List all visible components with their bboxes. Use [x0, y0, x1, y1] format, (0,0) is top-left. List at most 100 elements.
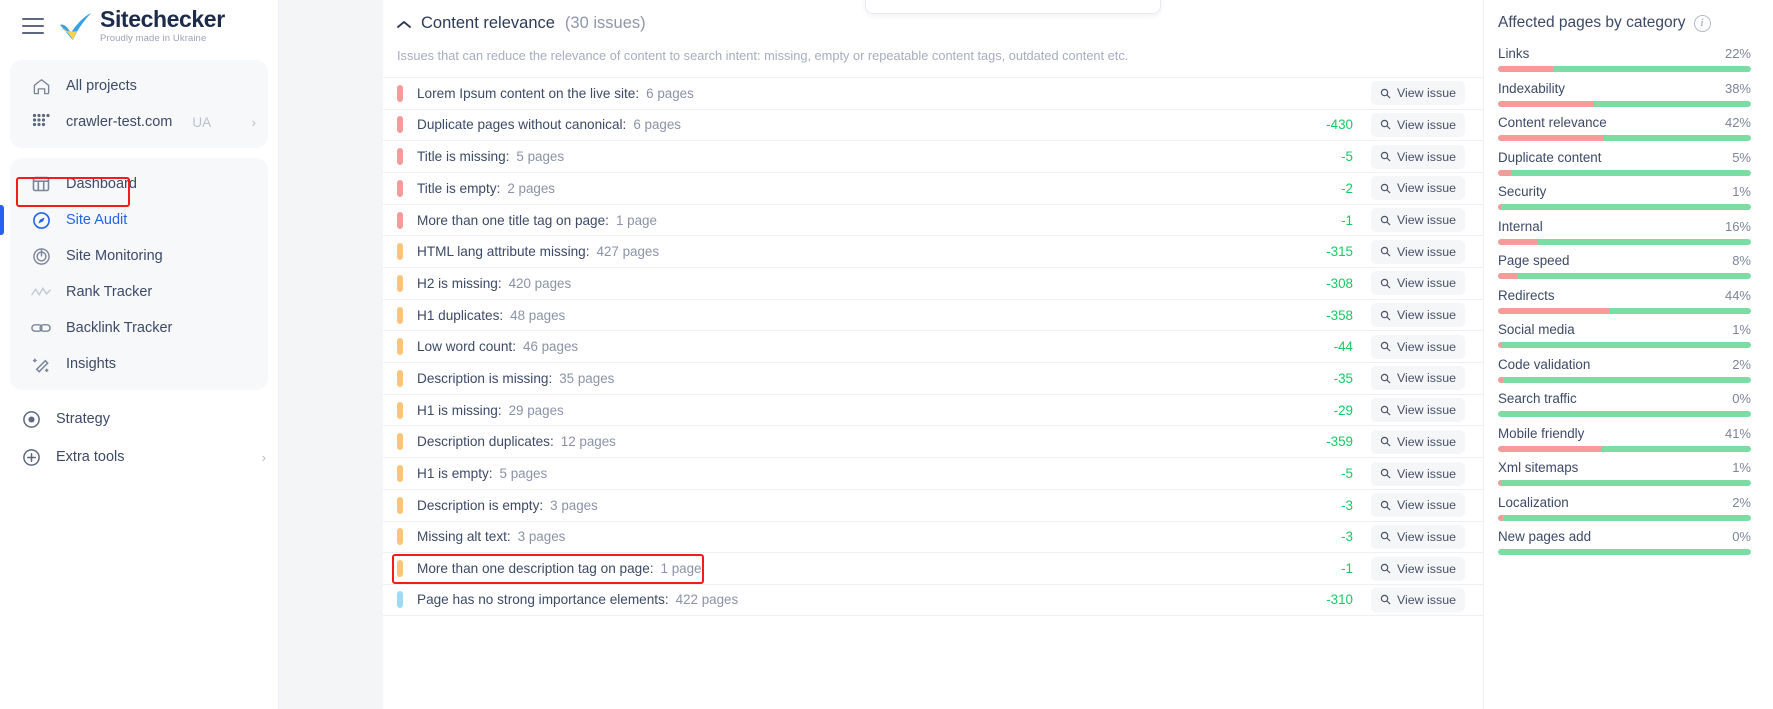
category-name: Mobile friendly	[1498, 425, 1585, 441]
hamburger-icon[interactable]	[22, 18, 44, 34]
category-percent: 0%	[1732, 529, 1751, 544]
sidebar-item-insights[interactable]: Insights	[10, 346, 268, 382]
sidebar-item-extra-tools[interactable]: Extra tools ›	[0, 438, 278, 476]
search-icon	[1380, 500, 1391, 511]
category-progress-bar	[1498, 549, 1751, 555]
project-locale-badge: UA	[192, 114, 212, 130]
issue-row[interactable]: Description is empty: 3 pages -3 View issue	[383, 488, 1483, 521]
sidebar-item-label: Site Monitoring	[66, 248, 163, 264]
section-title: Content relevance	[421, 14, 555, 32]
view-issue-button[interactable]: View issue	[1371, 366, 1465, 391]
issue-name: HTML lang attribute missing:	[417, 244, 590, 260]
category-item: Indexability 38%	[1498, 81, 1751, 107]
sidebar-item-site-audit[interactable]: Site Audit	[0, 202, 268, 238]
issue-row[interactable]: H1 is empty: 5 pages -5 View issue	[383, 457, 1483, 489]
view-issue-label: View issue	[1396, 466, 1456, 481]
chevron-up-icon[interactable]	[397, 17, 411, 31]
view-issue-button[interactable]: View issue	[1371, 239, 1465, 264]
view-issue-label: View issue	[1396, 561, 1456, 576]
issue-row[interactable]: Title is missing: 5 pages -5 View issue	[383, 140, 1483, 172]
category-name: Page speed	[1498, 253, 1570, 268]
sidebar-item-label: Backlink Tracker	[66, 320, 173, 336]
issue-row[interactable]: Lorem Ipsum content on the live site: 6 p…	[383, 76, 1483, 109]
category-name: Code validation	[1498, 356, 1591, 372]
brand-tagline: Proudly made in Ukraine	[100, 33, 207, 45]
sidebar-item-strategy[interactable]: Strategy	[0, 400, 278, 438]
site-audit-icon	[30, 209, 52, 231]
category-progress-bar	[1498, 100, 1751, 107]
view-issue-button[interactable]: View issue	[1371, 271, 1465, 296]
category-row: Indexability 38%	[1498, 81, 1751, 96]
issue-row[interactable]: Missing alt text: 3 pages -3 View issue	[383, 520, 1483, 553]
view-issue-button[interactable]: View issue	[1371, 524, 1465, 549]
chevron-right-icon[interactable]: ›	[252, 115, 256, 130]
issue-page-count: 422 pages	[675, 592, 739, 608]
severity-indicator-info	[397, 591, 403, 609]
site-monitoring-icon	[30, 245, 52, 267]
category-item: Links 22%	[1498, 46, 1751, 72]
view-issue-label: View issue	[1396, 529, 1456, 544]
view-issue-button[interactable]: View issue	[1371, 81, 1465, 106]
view-issue-button[interactable]: View issue	[1371, 556, 1465, 581]
issue-delta: -3	[1341, 529, 1353, 545]
issue-name: H2 is missing:	[417, 275, 502, 291]
issue-row[interactable]: More than one title tag on page: 1 page -1…	[383, 203, 1483, 236]
chevron-right-icon[interactable]: ›	[262, 450, 266, 465]
sidebar-item-backlink-tracker[interactable]: Backlink Tracker	[10, 310, 268, 346]
sidebar-group-projects: All projects crawler-test.com UA ›	[10, 60, 268, 148]
issue-row[interactable]: Description duplicates: 12 pages -359 View …	[383, 425, 1483, 457]
view-issue-button[interactable]: View issue	[1371, 303, 1465, 328]
info-icon[interactable]: i	[1693, 14, 1711, 32]
issue-row[interactable]: Low word count: 46 pages -44 View issue	[383, 330, 1483, 362]
view-issue-button[interactable]: View issue	[1371, 429, 1465, 454]
issue-name: Title is empty:	[417, 180, 501, 196]
sidebar-item-all-projects[interactable]: All projects	[10, 68, 268, 104]
view-issue-button[interactable]: View issue	[1371, 176, 1465, 201]
category-progress-fill	[1498, 480, 1501, 486]
category-progress-bar	[1498, 66, 1751, 72]
issue-delta: -310	[1326, 592, 1353, 608]
view-issue-button[interactable]: View issue	[1371, 493, 1465, 518]
view-issue-button[interactable]: View issue	[1371, 208, 1465, 232]
view-issue-button[interactable]: View issue	[1371, 144, 1465, 169]
issue-row[interactable]: More than one description tag on page: 1 …	[383, 552, 1483, 585]
view-issue-button[interactable]: View issue	[1371, 587, 1465, 612]
brand-name: Sitechecker	[100, 6, 225, 33]
issue-page-count: 1 page	[660, 561, 702, 577]
issue-row[interactable]: H1 duplicates: 48 pages -358 View issue	[383, 298, 1483, 331]
category-name: Internal	[1498, 218, 1543, 234]
search-icon	[1380, 405, 1391, 415]
category-percent: 41%	[1724, 425, 1751, 441]
issue-row[interactable]: H1 is missing: 29 pages -29 View issue	[383, 393, 1483, 426]
category-progress-bar	[1498, 204, 1751, 210]
category-item: Code validation 2%	[1498, 357, 1751, 383]
view-issue-label: View issue	[1396, 498, 1456, 513]
issue-row[interactable]: Duplicate pages without canonical: 6 page…	[383, 108, 1483, 141]
category-row: Social media 1%	[1498, 322, 1751, 337]
view-issue-button[interactable]: View issue	[1371, 334, 1465, 359]
issue-name: More than one description tag on page:	[417, 561, 654, 577]
category-progress-bar	[1498, 169, 1751, 176]
issue-name: H1 duplicates:	[417, 307, 504, 323]
view-issue-button[interactable]: View issue	[1371, 398, 1465, 423]
issue-row[interactable]: Title is empty: 2 pages -2 View issue	[383, 171, 1483, 204]
issue-page-count: 48 pages	[510, 307, 566, 323]
category-progress-fill	[1498, 135, 1605, 141]
issue-delta: -358	[1326, 307, 1353, 323]
brand-logo[interactable]: Sitechecker Proudly made in Ukraine	[58, 8, 225, 44]
issue-row[interactable]: HTML lang attribute missing: 427 pages -31…	[383, 235, 1483, 267]
sidebar-item-project[interactable]: crawler-test.com UA ›	[10, 104, 268, 140]
view-issue-label: View issue	[1396, 592, 1456, 607]
view-issue-button[interactable]: View issue	[1371, 112, 1465, 137]
category-row: Duplicate content 5%	[1498, 150, 1751, 165]
strategy-icon	[20, 408, 42, 430]
issue-row[interactable]: Description is missing: 35 pages -35 View i…	[383, 362, 1483, 394]
view-issue-button[interactable]: View issue	[1371, 461, 1465, 486]
section-header[interactable]: Content relevance (30 issues)	[383, 14, 1483, 33]
sidebar-item-dashboard[interactable]: Dashboard	[10, 166, 268, 202]
issue-row[interactable]: Page has no strong importance elements: 4…	[383, 583, 1483, 616]
sidebar-item-rank-tracker[interactable]: Rank Tracker	[10, 274, 268, 310]
issue-row[interactable]: H2 is missing: 420 pages -308 View issue	[383, 267, 1483, 299]
sidebar-item-site-monitoring[interactable]: Site Monitoring	[10, 238, 268, 274]
main-content: Content relevance (30 issues) Issues tha…	[383, 0, 1483, 709]
